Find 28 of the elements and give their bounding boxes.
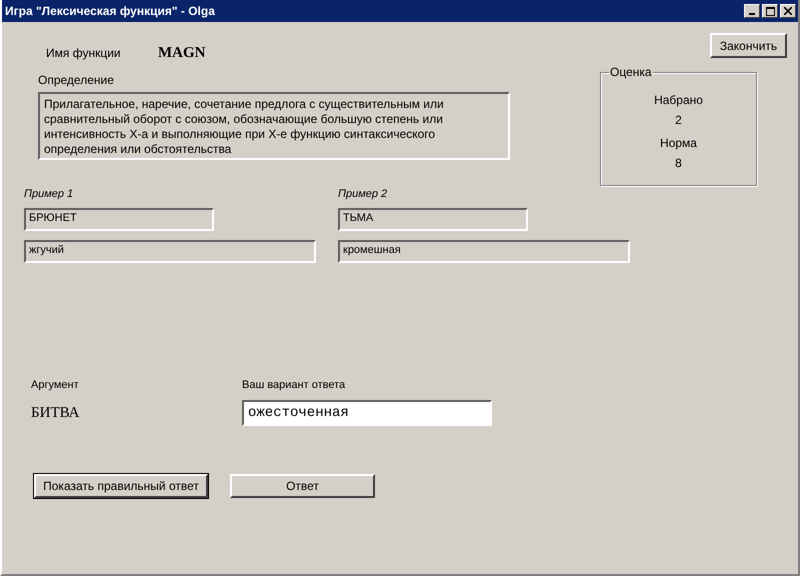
close-icon bbox=[784, 7, 792, 15]
definition-label: Определение bbox=[38, 73, 115, 87]
finish-button[interactable]: Закончить bbox=[710, 33, 787, 58]
show-answer-button[interactable]: Показать правильный ответ bbox=[34, 474, 208, 498]
function-name-label: Имя функции bbox=[46, 46, 122, 60]
example-label: Пример 2 bbox=[338, 188, 388, 200]
score-value: 2 bbox=[675, 113, 682, 127]
score-title: Оценка bbox=[609, 65, 653, 79]
argument-value: БИТВА bbox=[31, 405, 81, 422]
answer-label: Ваш вариант ответа bbox=[242, 379, 346, 391]
window-title: Игра "Лексическая функция" - Olga bbox=[5, 4, 215, 18]
score-value: 8 bbox=[675, 156, 682, 170]
definition-text: Прилагательное, наречие, сочетание предлога с существительным или сравнительный оборот с союзом, обозначающие большую степень или интенсивность X-а и выполняющие при X-е функцию синтаксического определения или обстоятельства bbox=[38, 92, 510, 160]
example-value-field: кромешная bbox=[338, 240, 630, 263]
score-label: Норма bbox=[660, 136, 697, 150]
answer-button[interactable]: Ответ bbox=[230, 474, 375, 498]
maximize-icon bbox=[766, 6, 774, 16]
close-button[interactable] bbox=[780, 4, 796, 18]
minimize-button[interactable] bbox=[744, 4, 760, 18]
answer-field[interactable]: ожесточенная bbox=[242, 400, 492, 426]
example-label: Пример 1 bbox=[24, 188, 74, 200]
example-argument-field: БРЮНЕТ bbox=[24, 208, 214, 231]
score-label: Набрано bbox=[654, 93, 703, 107]
argument-label: Аргумент bbox=[31, 379, 80, 391]
example-value-field: жгучий bbox=[24, 240, 316, 263]
function-name: MAGN bbox=[158, 45, 206, 62]
maximize-button[interactable] bbox=[762, 4, 778, 18]
example-argument-field: ТЬМА bbox=[338, 208, 528, 231]
